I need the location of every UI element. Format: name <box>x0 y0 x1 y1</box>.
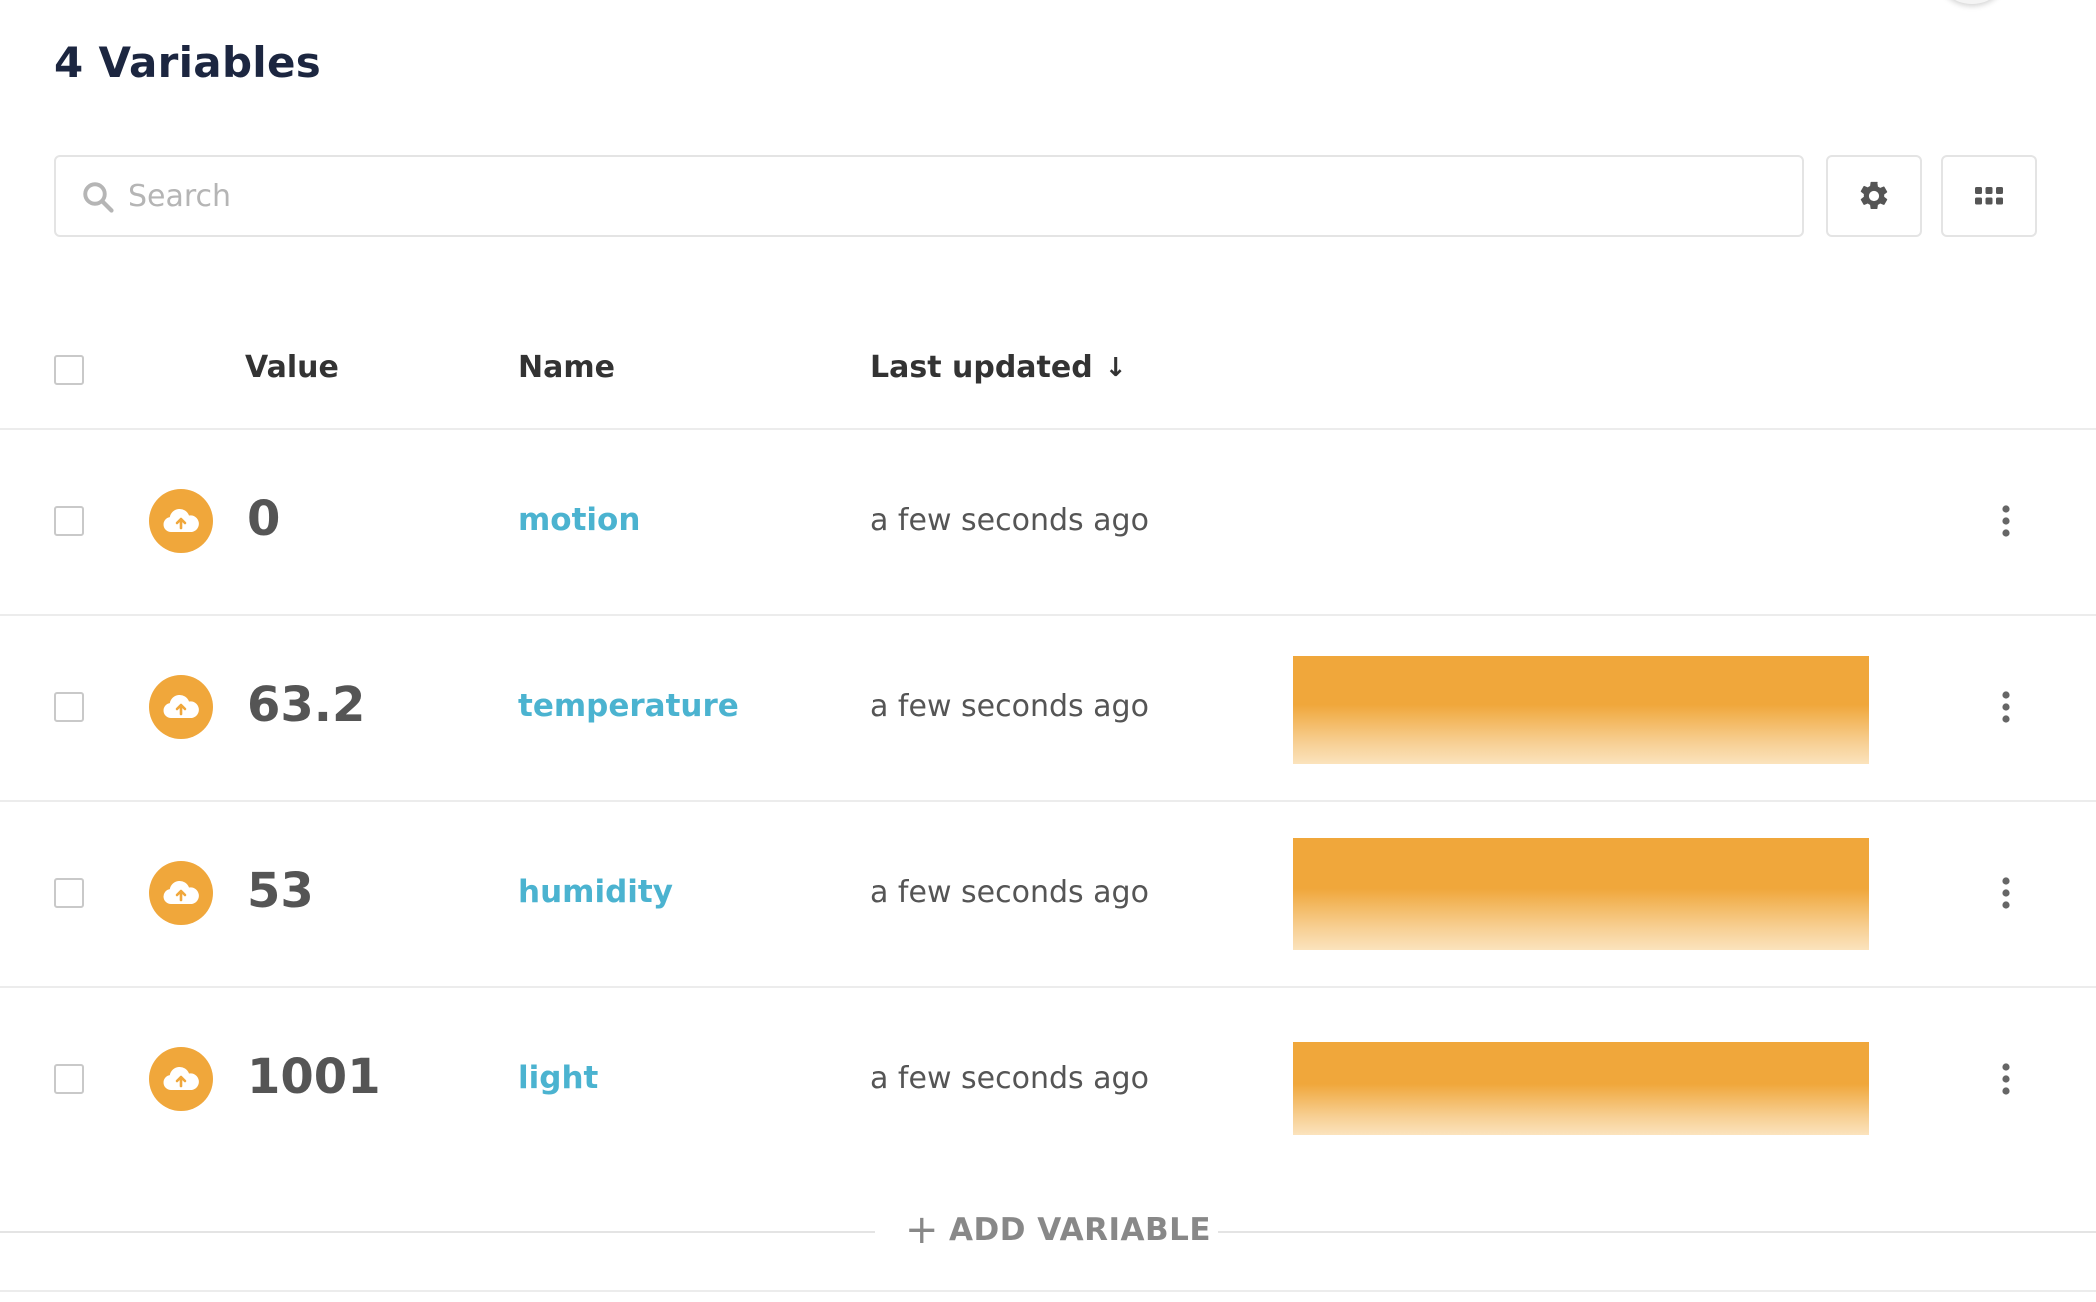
variable-name-link[interactable]: light <box>518 1060 598 1096</box>
sparkline-chart <box>1293 656 1869 764</box>
variable-value: 63.2 <box>247 677 366 733</box>
add-variable-divider-left <box>0 1231 875 1233</box>
footer-divider <box>0 1290 2096 1292</box>
table-row[interactable]: 1001 light a few seconds ago <box>0 986 2096 1172</box>
table-row[interactable]: 0 motion a few seconds ago <box>0 428 2096 614</box>
table-row[interactable]: 63.2 temperature a few seconds ago <box>0 614 2096 800</box>
gear-icon <box>1860 181 1888 210</box>
cloud-upload-icon <box>149 861 213 925</box>
select-all-checkbox[interactable] <box>54 355 84 385</box>
last-updated-text: a few seconds ago <box>870 1061 1149 1096</box>
row-menu-button[interactable] <box>1985 684 2027 730</box>
kebab-menu-icon <box>2002 1063 2010 1095</box>
row-menu-button[interactable] <box>1985 870 2027 916</box>
variable-name-link[interactable]: humidity <box>518 874 673 910</box>
add-variable-label: ADD VARIABLE <box>949 1212 1212 1248</box>
row-checkbox[interactable] <box>54 506 84 536</box>
search-icon <box>83 182 114 213</box>
variable-name-link[interactable]: temperature <box>518 688 739 724</box>
search-box[interactable] <box>54 155 1804 237</box>
column-header-value-label: Value <box>245 350 339 385</box>
grid-icon <box>1975 187 2003 205</box>
column-header-name-label: Name <box>518 350 615 385</box>
column-header-value[interactable]: Value <box>245 350 339 385</box>
cloud-upload-icon <box>149 489 213 553</box>
row-menu-button[interactable] <box>1985 498 2027 544</box>
sparkline-chart <box>1293 1042 1869 1135</box>
last-updated-text: a few seconds ago <box>870 875 1149 910</box>
last-updated-text: a few seconds ago <box>870 503 1149 538</box>
row-menu-button[interactable] <box>1985 1056 2027 1102</box>
settings-button[interactable] <box>1826 155 1922 237</box>
view-toggle-button[interactable] <box>1941 155 2037 237</box>
last-updated-text: a few seconds ago <box>870 689 1149 724</box>
page-title: 4 Variables <box>54 38 322 87</box>
sort-arrow-icon: ↓ <box>1104 352 1127 383</box>
variables-page: 4 Variables Value Name Last updated <box>0 0 2096 1302</box>
cloud-upload-icon <box>149 1047 213 1111</box>
row-checkbox[interactable] <box>54 878 84 908</box>
kebab-menu-icon <box>2002 505 2010 537</box>
table-row[interactable]: 53 humidity a few seconds ago <box>0 800 2096 986</box>
search-input[interactable] <box>128 169 1768 223</box>
variable-value: 1001 <box>247 1049 381 1105</box>
column-header-last-updated[interactable]: Last updated ↓ <box>870 350 1127 385</box>
variable-name-link[interactable]: motion <box>518 502 640 538</box>
sparkline-chart <box>1293 838 1869 950</box>
avatar[interactable] <box>1937 0 2007 4</box>
kebab-menu-icon <box>2002 877 2010 909</box>
add-variable-button[interactable]: + ADD VARIABLE <box>905 1210 1211 1250</box>
column-header-name[interactable]: Name <box>518 350 615 385</box>
variable-value: 53 <box>247 863 314 919</box>
add-variable-divider-right <box>1218 1231 2096 1233</box>
row-checkbox[interactable] <box>54 692 84 722</box>
variable-value: 0 <box>247 491 281 547</box>
kebab-menu-icon <box>2002 691 2010 723</box>
column-header-last-updated-label: Last updated <box>870 350 1093 385</box>
row-checkbox[interactable] <box>54 1064 84 1094</box>
plus-icon: + <box>905 1207 940 1253</box>
cloud-upload-icon <box>149 675 213 739</box>
